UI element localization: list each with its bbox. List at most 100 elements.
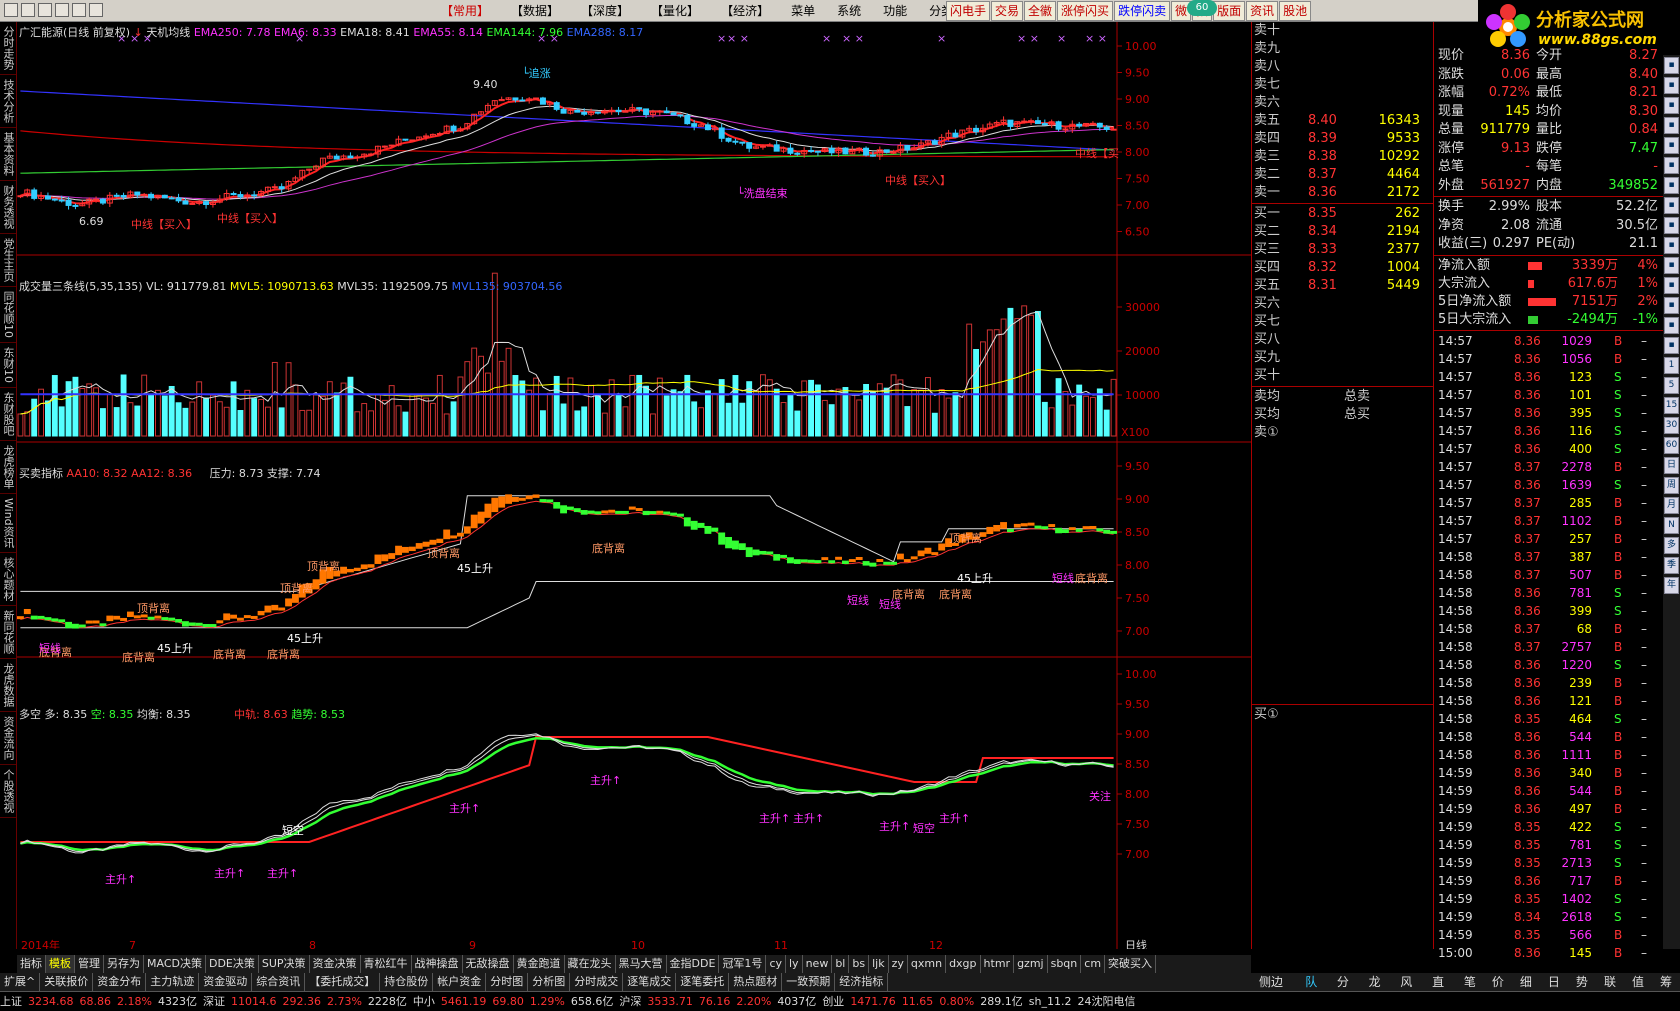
function-tab-7[interactable]: 持仓股份 — [380, 973, 434, 991]
chart-icon[interactable]: ▪ — [1664, 137, 1679, 154]
right-tab-9[interactable]: 日 — [1540, 973, 1568, 991]
left-tab-12[interactable]: 龙虎数据 — [0, 659, 16, 712]
function-tab-10[interactable]: 分析图 — [528, 973, 571, 991]
left-tab-3[interactable]: 财务透视 — [0, 181, 16, 234]
indicator-tab-17[interactable]: ly — [786, 955, 803, 973]
indicator-tab-22[interactable]: zy — [889, 955, 908, 973]
indicator-tab-5[interactable]: DDE决策 — [206, 955, 259, 973]
buy-queue-label[interactable]: 买① — [1252, 706, 1434, 724]
indicator-tab-29[interactable]: 突破买入 — [1105, 955, 1157, 973]
rsi-icon[interactable]: ▪ — [1664, 257, 1679, 274]
function-tab-2[interactable]: 资金分布 — [93, 973, 147, 991]
menu-2[interactable]: 【深度】 — [570, 2, 640, 20]
menu-4[interactable]: 【经济】 — [710, 2, 780, 20]
indicator-tab-1[interactable]: 模板 — [46, 955, 75, 973]
right-tab-12[interactable]: 值 — [1624, 973, 1652, 991]
function-tab-9[interactable]: 分时图 — [486, 973, 529, 991]
up-icon[interactable]: ▪ — [1664, 57, 1679, 74]
left-tab-8[interactable]: 龙虎榜单 — [0, 441, 16, 494]
right-tab-1[interactable]: 队列 — [1297, 973, 1329, 1007]
period-5[interactable]: 5 — [1664, 377, 1679, 394]
indicator-tab-7[interactable]: 资金决策 — [310, 955, 361, 973]
left-tab-10[interactable]: 核心题材 — [0, 553, 16, 606]
left-tab-2[interactable]: 基本资料 — [0, 128, 16, 181]
quick-button-4[interactable]: 跌停闪卖 — [1114, 1, 1171, 21]
system-menu-icon[interactable] — [4, 3, 18, 17]
function-tab-4[interactable]: 资金驱动 — [199, 973, 253, 991]
menu-7[interactable]: 功能 — [872, 2, 918, 20]
period-15[interactable]: 15 — [1664, 397, 1679, 414]
quick-button-9[interactable]: 股池 — [1279, 1, 1312, 21]
indicator-tab-13[interactable]: 黑马大营 — [616, 955, 667, 973]
money-icon[interactable]: ▪ — [1664, 177, 1679, 194]
left-tab-13[interactable]: 资金流向 — [0, 712, 16, 765]
function-tab-1[interactable]: 关联报价 — [40, 973, 94, 991]
period-日[interactable]: 日 — [1664, 457, 1679, 474]
quick-button-1[interactable]: 交易 — [991, 1, 1024, 21]
grid-icon[interactable]: ▪ — [1664, 117, 1679, 134]
left-tab-6[interactable]: 东财10 — [0, 343, 16, 388]
home-icon[interactable] — [72, 3, 86, 17]
fin-icon[interactable]: ▪ — [1664, 157, 1679, 174]
indicator-tab-3[interactable]: 另存为 — [104, 955, 144, 973]
indicator-tab-26[interactable]: gzmj — [1014, 955, 1048, 973]
left-tab-1[interactable]: 技术分析 — [0, 75, 16, 128]
period-多[interactable]: 多 — [1664, 537, 1679, 554]
indicator-tab-16[interactable]: cy — [766, 955, 786, 973]
quick-button-2[interactable]: 全徽 — [1024, 1, 1057, 21]
menu-0[interactable]: 【常用】 — [430, 2, 500, 20]
left-tab-9[interactable]: Wind资讯 — [0, 494, 16, 553]
left-tab-7[interactable]: 东财股吧 — [0, 388, 16, 441]
move-icon[interactable]: ▪ — [1664, 297, 1679, 314]
function-tab-16[interactable]: 经济指标 — [835, 973, 889, 991]
right-tab-4[interactable]: 风向 — [1392, 973, 1424, 1007]
indicator-tab-11[interactable]: 黄金跑道 — [514, 955, 565, 973]
period-周[interactable]: 周 — [1664, 477, 1679, 494]
left-tab-5[interactable]: 同花顺10 — [0, 287, 16, 343]
function-tab-12[interactable]: 逐笔成交 — [623, 973, 677, 991]
indicator-tab-23[interactable]: qxmn — [908, 955, 947, 973]
indicator-tab-28[interactable]: cm — [1081, 955, 1106, 973]
quick-button-0[interactable]: 闪电手 — [946, 1, 991, 21]
period-N[interactable]: N — [1664, 517, 1679, 534]
indicator-tab-24[interactable]: dxgp — [946, 955, 981, 973]
right-tab-0[interactable]: 侧边栏< — [1251, 973, 1297, 1007]
indicator-tab-25[interactable]: htmr — [981, 955, 1015, 973]
function-tab-14[interactable]: 热点题材 — [729, 973, 783, 991]
quick-button-7[interactable]: 版面 — [1213, 1, 1246, 21]
indicator-tab-27[interactable]: sbqn — [1048, 955, 1082, 973]
menu-3[interactable]: 【量化】 — [640, 2, 710, 20]
function-tab-15[interactable]: 一致预期 — [782, 973, 836, 991]
right-tab-8[interactable]: 细 — [1512, 973, 1540, 991]
menu-5[interactable]: 菜单 — [780, 2, 826, 20]
down-icon[interactable]: ▪ — [1664, 77, 1679, 94]
indicator-tab-21[interactable]: ljk — [869, 955, 889, 973]
right-tab-3[interactable]: 龙虎 — [1361, 973, 1393, 1007]
menu-6[interactable]: 系统 — [826, 2, 872, 20]
sell-queue-label[interactable]: 卖① — [1252, 424, 1434, 442]
right-tab-7[interactable]: 价 — [1484, 973, 1512, 991]
indicator-tab-15[interactable]: 冠军1号 — [719, 955, 767, 973]
right-tab-6[interactable]: 笔 — [1456, 973, 1484, 991]
kline-chart-area[interactable]: 10.00 9.50 9.00 8.50 8.00 7.50 7.00 6.50 30000 20… — [17, 22, 1251, 949]
indicator-tab-8[interactable]: 青松红牛 — [361, 955, 412, 973]
period-月[interactable]: 月 — [1664, 497, 1679, 514]
f10-icon[interactable]: ▪ — [1664, 217, 1679, 234]
left-tab-0[interactable]: 分时走势 — [0, 22, 16, 75]
period-季[interactable]: 季 — [1664, 557, 1679, 574]
function-tab-0[interactable]: 扩展^ — [0, 973, 41, 991]
menu-1[interactable]: 【数据】 — [500, 2, 570, 20]
indicator-tab-20[interactable]: bs — [849, 955, 870, 973]
quick-button-3[interactable]: 涨停闪买 — [1057, 1, 1114, 21]
bar-icon[interactable]: ▪ — [1664, 197, 1679, 214]
pen-icon[interactable]: ▪ — [1664, 317, 1679, 334]
right-tab-13[interactable]: 筹 — [1652, 973, 1680, 991]
indicator-tab-9[interactable]: 战神操盘 — [412, 955, 463, 973]
function-tab-8[interactable]: 帐户资金 — [433, 973, 487, 991]
period-年[interactable]: 年 — [1664, 577, 1679, 594]
f5-icon[interactable]: ▪ — [1664, 337, 1679, 354]
right-tab-11[interactable]: 联 — [1596, 973, 1624, 991]
indicator-tab-6[interactable]: SUP决策 — [259, 955, 310, 973]
indicator-tab-18[interactable]: new — [803, 955, 833, 973]
function-tab-13[interactable]: 逐笔委托 — [676, 973, 730, 991]
